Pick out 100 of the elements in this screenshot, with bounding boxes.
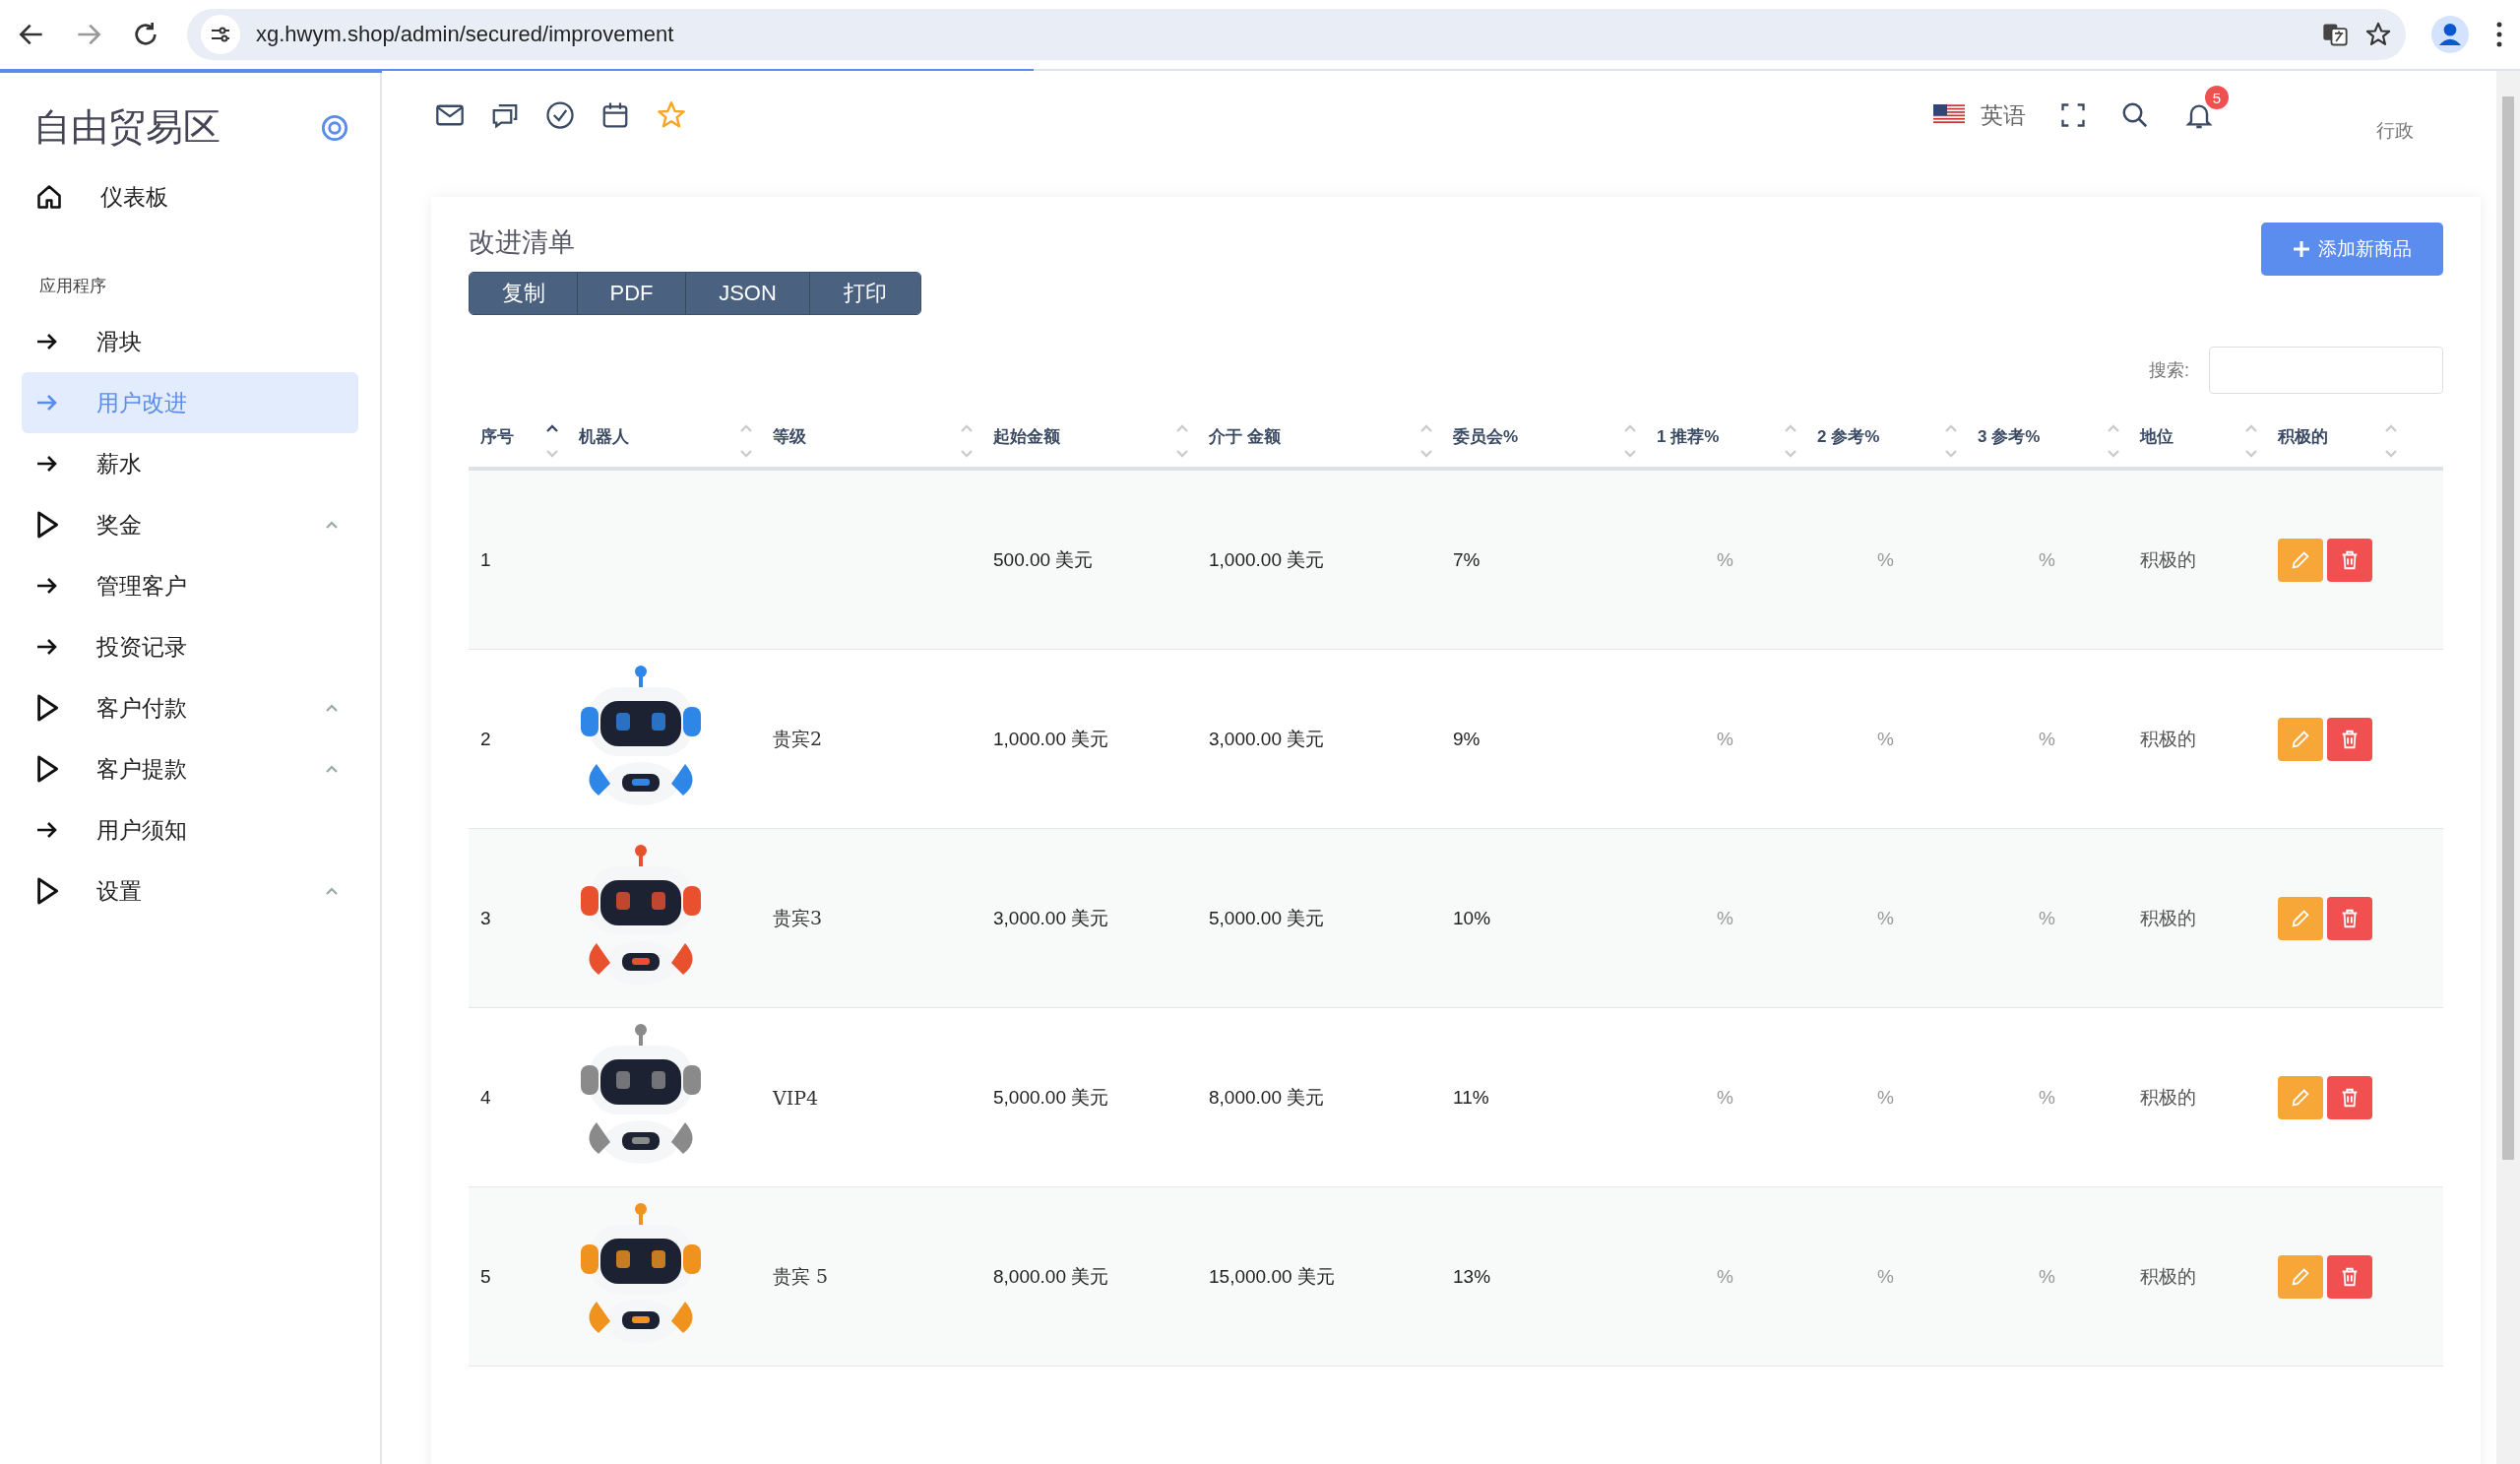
table-cell-text: 贵宾3 [772, 905, 824, 930]
table-cell-text: 3,000.00 美元 [1208, 727, 1326, 751]
table-cell-text: % [1876, 548, 1895, 571]
menu-icon[interactable] [2494, 20, 2504, 49]
chevron-up-icon [325, 520, 339, 530]
column-header[interactable]: 介于 金额 [1209, 425, 1281, 448]
table-cell-text: % [1716, 1265, 1734, 1288]
check-circle-icon[interactable] [545, 100, 575, 130]
calendar-icon[interactable] [600, 100, 630, 130]
sidebar-item[interactable]: 薪水 [22, 433, 358, 494]
sidebar-item[interactable]: 用户须知 [22, 799, 358, 860]
section-heading: 应用程序 [38, 276, 107, 297]
table-cell-text: 积极的 [2139, 1263, 2197, 1289]
table-cell-text: % [2038, 728, 2056, 750]
table-cell-text: 贵宾2 [772, 726, 824, 751]
language-label[interactable]: 英语 [1981, 99, 2026, 131]
sidebar-item[interactable]: 投资记录 [22, 616, 358, 677]
column-header[interactable]: 3 参考% [1978, 425, 2041, 448]
table-cell-text: 积极的 [2139, 1084, 2197, 1110]
star-icon[interactable] [2364, 21, 2392, 48]
table-cell-text: % [2038, 548, 2056, 571]
chevron-up-icon [325, 764, 339, 774]
export-button[interactable]: JSON [686, 273, 810, 314]
export-button[interactable]: 打印 [810, 273, 920, 314]
edit-button[interactable] [2278, 1075, 2323, 1119]
table-cell-text: 贵宾 5 [772, 1263, 830, 1289]
table-cell-text: 8,000.00 美元 [992, 1264, 1110, 1289]
column-header[interactable]: 序号 [480, 425, 514, 448]
delete-button[interactable] [2327, 717, 2372, 761]
delete-button[interactable] [2327, 1254, 2372, 1299]
delete-button[interactable] [2327, 896, 2372, 940]
edit-button[interactable] [2278, 896, 2323, 940]
column-header[interactable]: 1 推荐% [1657, 425, 1720, 448]
column-header[interactable]: 积极的 [2278, 425, 2328, 448]
edit-button[interactable] [2278, 1254, 2323, 1299]
chevron-up-icon [325, 886, 339, 896]
table-cell-text: VIP4 [771, 1086, 820, 1109]
address-bar[interactable]: xg.hwym.shop/admin/secured/improvement [187, 9, 2406, 60]
card-title: 改进清单 [469, 225, 576, 259]
search-label: 搜索: [2149, 359, 2189, 382]
triangle-icon [35, 693, 59, 723]
table-cell-text: 5,000.00 美元 [992, 1085, 1110, 1110]
sort-icon[interactable] [545, 423, 559, 459]
table-cell-text: % [1876, 728, 1895, 750]
notification-badge: 5 [2205, 86, 2229, 109]
delete-button[interactable] [2327, 538, 2372, 582]
table-cell-text: 9% [1452, 728, 1481, 750]
export-button[interactable]: PDF [578, 273, 686, 314]
search-field[interactable] [2209, 347, 2443, 394]
table-cell-text: 3,000.00 美元 [992, 906, 1110, 930]
table-cell-text: 1 [479, 548, 492, 571]
flag-icon[interactable] [1933, 104, 1965, 126]
triangle-icon [35, 510, 59, 540]
fullscreen-icon[interactable] [2059, 101, 2087, 129]
table-cell-text: 15,000.00 美元 [1208, 1264, 1336, 1289]
table-cell-text: % [2038, 1265, 2056, 1288]
column-header[interactable]: 委员会% [1453, 425, 1519, 448]
profile-icon[interactable] [2431, 16, 2469, 53]
table-cell-text: % [1876, 1086, 1895, 1109]
export-button[interactable]: 复制 [470, 273, 578, 314]
brand-title: 自由贸易区 [33, 104, 220, 151]
table-cell-text: 13% [1452, 1265, 1492, 1288]
table-cell-text: 500.00 美元 [992, 547, 1095, 572]
table-cell-text: 5 [479, 1265, 492, 1288]
table-cell-text: 3 [479, 907, 492, 929]
table-cell-text: % [1716, 548, 1734, 571]
sidebar-item[interactable]: 滑块 [22, 311, 358, 372]
sidebar-item[interactable]: 客户提款 [22, 738, 358, 799]
table-cell-text: 2 [479, 728, 492, 750]
column-header[interactable]: 2 参考% [1817, 425, 1880, 448]
column-header[interactable]: 机器人 [579, 425, 629, 448]
table-cell-text: 积极的 [2139, 905, 2197, 930]
sidebar-item[interactable]: 仪表板 [22, 166, 358, 227]
table-cell-text: 积极的 [2139, 546, 2197, 572]
table-cell-text: 积极的 [2139, 726, 2197, 751]
sidebar-item[interactable]: 设置 [22, 860, 358, 922]
delete-button[interactable] [2327, 1075, 2372, 1119]
table-cell-text: 4 [479, 1086, 492, 1109]
table-cell-text: % [1716, 1086, 1734, 1109]
column-header[interactable]: 等级 [773, 425, 806, 448]
sidebar-item[interactable]: 管理客户 [22, 555, 358, 616]
edit-button[interactable] [2278, 717, 2323, 761]
table-cell-text: 1,000.00 美元 [992, 727, 1110, 751]
search-icon[interactable] [2120, 100, 2150, 130]
table-cell-text: % [1716, 907, 1734, 929]
user-name[interactable]: 行政 [2376, 118, 2414, 144]
sidebar-item[interactable]: 客户付款 [22, 677, 358, 738]
table-cell-text: 10% [1452, 907, 1492, 929]
target-icon[interactable] [321, 113, 348, 142]
plus-icon [2293, 240, 2310, 258]
sidebar-item[interactable]: 奖金 [22, 494, 358, 555]
column-header[interactable]: 起始金额 [993, 425, 1060, 448]
table-cell-text: % [2038, 1086, 2056, 1109]
table-cell-text: 1,000.00 美元 [1208, 547, 1326, 572]
column-header[interactable]: 地位 [2140, 425, 2174, 448]
edit-button[interactable] [2278, 538, 2323, 582]
mail-icon[interactable] [435, 102, 465, 128]
table-cell-text: 5,000.00 美元 [1208, 906, 1326, 930]
scrollbar[interactable] [2496, 71, 2520, 1464]
table-cell-text: % [1876, 1265, 1895, 1288]
